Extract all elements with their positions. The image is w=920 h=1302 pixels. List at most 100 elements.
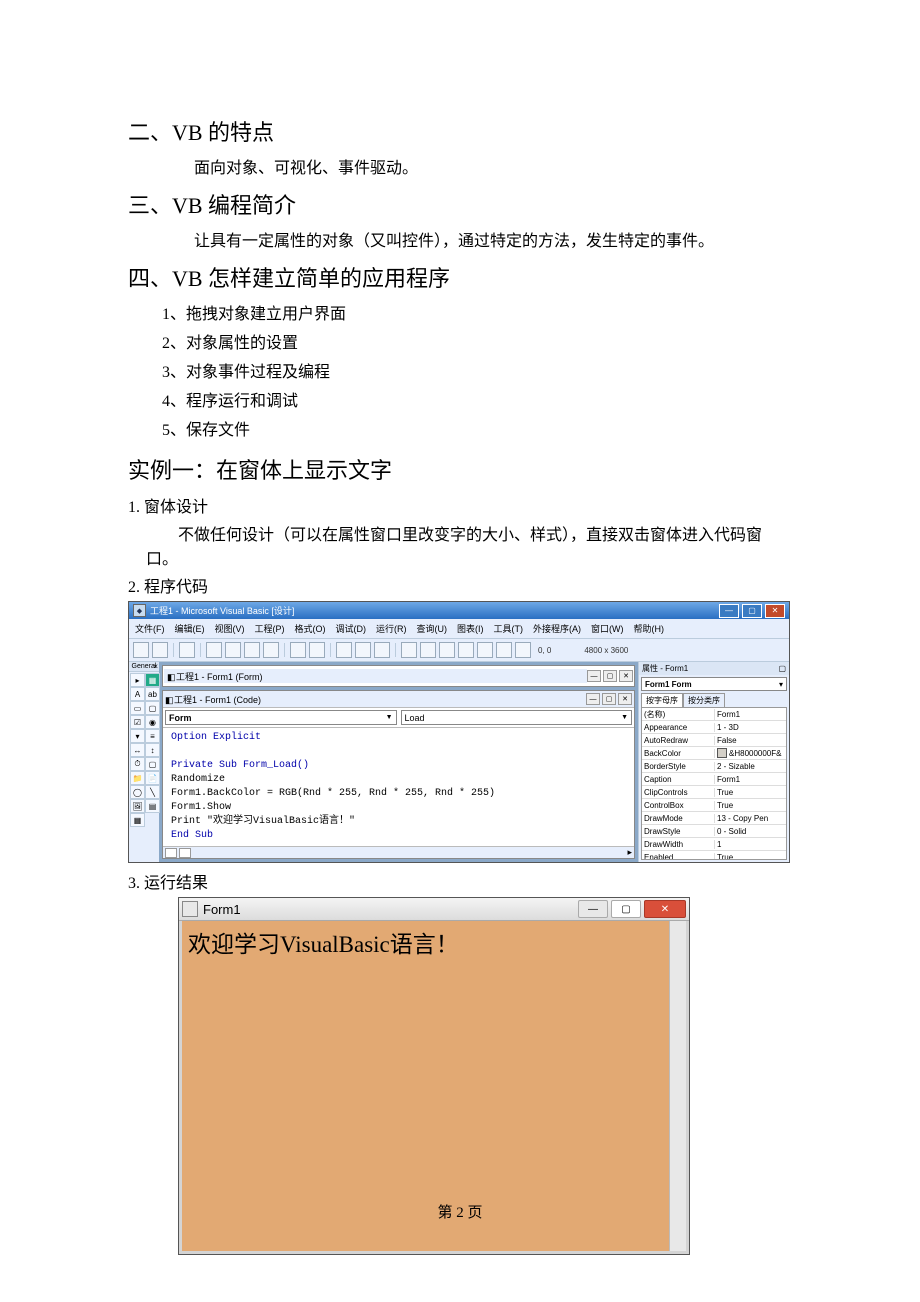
property-row[interactable]: ControlBoxTrue <box>642 799 786 812</box>
toolbar-icon[interactable] <box>458 642 474 658</box>
property-row[interactable]: DrawMode13 - Copy Pen <box>642 812 786 825</box>
view-mode-icon[interactable] <box>165 848 177 858</box>
toolbox-tab[interactable]: General× <box>129 662 159 672</box>
frame-tool-icon[interactable]: ▭ <box>130 701 145 715</box>
toolbar-icon[interactable] <box>477 642 493 658</box>
shape-tool-icon[interactable]: ◯ <box>130 785 145 799</box>
vscroll-tool-icon[interactable]: ↕ <box>145 743 160 757</box>
property-row[interactable]: Appearance1 - 3D <box>642 721 786 734</box>
dir-tool-icon[interactable]: 📁 <box>130 771 145 785</box>
menu-item[interactable]: 帮助(H) <box>634 622 665 635</box>
image-tool-icon[interactable]: 🖼 <box>130 799 145 813</box>
toolbar-icon[interactable] <box>152 642 168 658</box>
properties-panel: 属性 - Form1 ▢ Form1 Form▾ 按字母序 按分类序 (名称)Fo… <box>638 662 789 862</box>
property-row[interactable]: CaptionForm1 <box>642 773 786 786</box>
minimize-icon[interactable]: — <box>719 604 739 618</box>
menu-item[interactable]: 图表(I) <box>457 622 484 635</box>
close-icon[interactable]: ✕ <box>765 604 785 618</box>
menu-item[interactable]: 工程(P) <box>255 622 285 635</box>
close-icon[interactable]: ✕ <box>618 693 632 705</box>
list-item: 1、拖拽对象建立用户界面 <box>162 301 790 330</box>
minimize-icon[interactable]: — <box>587 670 601 682</box>
data-tool-icon[interactable]: ▤ <box>145 799 160 813</box>
cut-icon[interactable] <box>206 642 222 658</box>
procedure-selector[interactable]: Load▼ <box>401 710 633 725</box>
property-row[interactable]: DrawStyle0 - Solid <box>642 825 786 838</box>
menu-item[interactable]: 查询(U) <box>417 622 448 635</box>
radio-tool-icon[interactable]: ◉ <box>145 715 160 729</box>
property-row[interactable]: EnabledTrue <box>642 851 786 860</box>
property-row[interactable]: BorderStyle2 - Sizable <box>642 760 786 773</box>
maximize-icon[interactable]: ▢ <box>742 604 762 618</box>
save-icon[interactable] <box>179 642 195 658</box>
drive-tool-icon[interactable]: ▢ <box>145 757 160 771</box>
maximize-icon[interactable]: ▢ <box>602 693 616 705</box>
find-icon[interactable] <box>263 642 279 658</box>
list-item: 2、对象属性的设置 <box>162 330 790 359</box>
minimize-icon[interactable]: — <box>578 900 608 918</box>
ide-toolbar: 0, 0 4800 x 3600 <box>129 638 789 662</box>
tab-alphabetical[interactable]: 按字母序 <box>641 693 683 707</box>
toolbar-icon[interactable] <box>133 642 149 658</box>
toolbar-icon[interactable] <box>420 642 436 658</box>
menu-item[interactable]: 运行(R) <box>376 622 407 635</box>
properties-grid[interactable]: (名称)Form1Appearance1 - 3DAutoRedrawFalse… <box>641 707 787 860</box>
toolbox-close-icon[interactable]: × <box>153 662 158 671</box>
property-row[interactable]: AutoRedrawFalse <box>642 734 786 747</box>
stop-icon[interactable] <box>374 642 390 658</box>
paste-icon[interactable] <box>244 642 260 658</box>
menu-item[interactable]: 外接程序(A) <box>533 622 581 635</box>
para-form-design: 不做任何设计（可以在属性窗口里改变字的大小、样式），直接双击窗体进入代码窗口。 <box>128 521 790 569</box>
close-icon[interactable]: ✕ <box>644 900 686 918</box>
code-window-title: 工程1 - Form1 (Code) <box>174 693 586 706</box>
button-tool-icon[interactable]: ▢ <box>145 701 160 715</box>
menu-item[interactable]: 工具(T) <box>494 622 524 635</box>
undo-icon[interactable] <box>290 642 306 658</box>
copy-icon[interactable] <box>225 642 241 658</box>
menu-item[interactable]: 编辑(E) <box>175 622 205 635</box>
close-icon[interactable]: ✕ <box>619 670 633 682</box>
redo-icon[interactable] <box>309 642 325 658</box>
listbox-tool-icon[interactable]: ≡ <box>145 729 160 743</box>
menu-item[interactable]: 文件(F) <box>135 622 165 635</box>
pause-icon[interactable] <box>355 642 371 658</box>
object-selector[interactable]: Form▼ <box>165 710 397 725</box>
picturebox-tool-icon[interactable]: ▦ <box>145 673 160 687</box>
menu-item[interactable]: 调试(D) <box>336 622 367 635</box>
combobox-tool-icon[interactable]: ▾ <box>130 729 145 743</box>
scroll-right-icon[interactable]: ▸ <box>627 847 632 858</box>
toolbar-icon[interactable] <box>515 642 531 658</box>
tab-categorized[interactable]: 按分类序 <box>683 693 725 707</box>
maximize-icon[interactable]: ▢ <box>611 900 641 918</box>
ole-tool-icon[interactable]: ▦ <box>130 813 145 827</box>
run-icon[interactable] <box>336 642 352 658</box>
vb-logo-icon: ◆ <box>133 604 146 617</box>
maximize-icon[interactable]: ▢ <box>603 670 617 682</box>
code-editor[interactable]: Option Explicit Private Sub Form_Load()R… <box>163 728 634 846</box>
label-tool-icon[interactable]: A <box>130 687 145 701</box>
textbox-tool-icon[interactable]: ab <box>145 687 160 701</box>
property-row[interactable]: DrawWidth1 <box>642 838 786 851</box>
line-tool-icon[interactable]: ╲ <box>145 785 160 799</box>
timer-tool-icon[interactable]: ⏱ <box>130 757 145 771</box>
property-row[interactable]: BackColor&H8000000F& <box>642 747 786 760</box>
property-row[interactable]: ClipControlsTrue <box>642 786 786 799</box>
menu-item[interactable]: 视图(V) <box>215 622 245 635</box>
properties-title: 属性 - Form1 <box>642 663 688 674</box>
file-tool-icon[interactable]: 📄 <box>145 771 160 785</box>
property-row[interactable]: (名称)Form1 <box>642 708 786 721</box>
list-item: 3、对象事件过程及编程 <box>162 359 790 388</box>
view-mode-icon[interactable] <box>179 848 191 858</box>
toolbar-icon[interactable] <box>401 642 417 658</box>
panel-button-icon[interactable]: ▢ <box>778 664 786 673</box>
pointer-tool-icon[interactable]: ▸ <box>130 673 145 687</box>
minimize-icon[interactable]: — <box>586 693 600 705</box>
toolbar-icon[interactable] <box>496 642 512 658</box>
checkbox-tool-icon[interactable]: ☑ <box>130 715 145 729</box>
menu-item[interactable]: 窗口(W) <box>591 622 624 635</box>
menu-item[interactable]: 格式(O) <box>295 622 326 635</box>
object-combo[interactable]: Form1 Form▾ <box>641 677 787 691</box>
toolbar-icon[interactable] <box>439 642 455 658</box>
vb-ide-screenshot: ◆ 工程1 - Microsoft Visual Basic [设计] — ▢ … <box>128 601 790 863</box>
hscroll-tool-icon[interactable]: ↔ <box>130 743 145 757</box>
